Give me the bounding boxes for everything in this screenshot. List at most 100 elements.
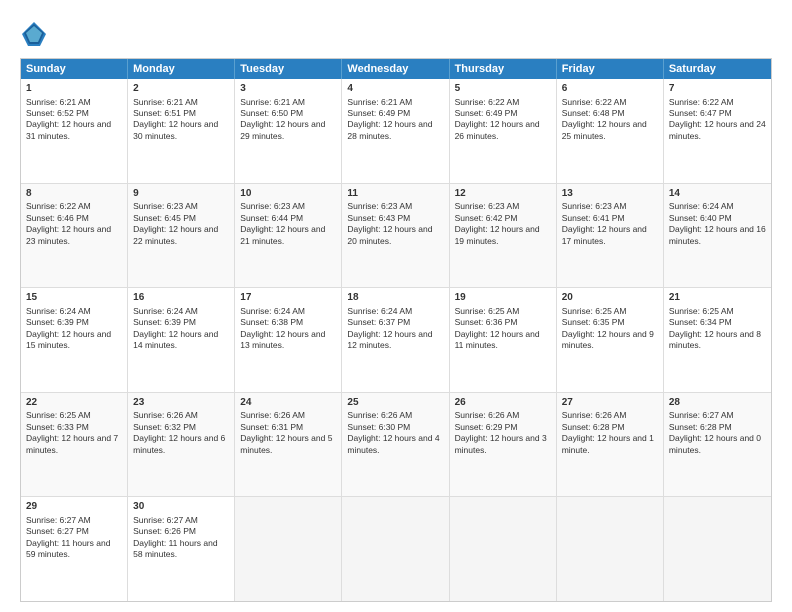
cal-cell-2-3: 10Sunrise: 6:23 AM Sunset: 6:44 PM Dayli… — [235, 184, 342, 288]
day-info: Sunrise: 6:26 AM Sunset: 6:28 PM Dayligh… — [562, 410, 654, 454]
cal-cell-5-7 — [664, 497, 771, 601]
day-number: 1 — [26, 82, 122, 96]
calendar-body: 1Sunrise: 6:21 AM Sunset: 6:52 PM Daylig… — [21, 79, 771, 601]
cal-cell-4-2: 23Sunrise: 6:26 AM Sunset: 6:32 PM Dayli… — [128, 393, 235, 497]
day-header-wednesday: Wednesday — [342, 59, 449, 79]
day-header-thursday: Thursday — [450, 59, 557, 79]
cal-cell-5-1: 29Sunrise: 6:27 AM Sunset: 6:27 PM Dayli… — [21, 497, 128, 601]
calendar: SundayMondayTuesdayWednesdayThursdayFrid… — [20, 58, 772, 602]
cal-cell-3-1: 15Sunrise: 6:24 AM Sunset: 6:39 PM Dayli… — [21, 288, 128, 392]
calendar-row-3: 15Sunrise: 6:24 AM Sunset: 6:39 PM Dayli… — [21, 288, 771, 393]
day-info: Sunrise: 6:23 AM Sunset: 6:43 PM Dayligh… — [347, 201, 432, 245]
day-number: 13 — [562, 187, 658, 201]
day-info: Sunrise: 6:26 AM Sunset: 6:31 PM Dayligh… — [240, 410, 332, 454]
day-number: 29 — [26, 500, 122, 514]
day-info: Sunrise: 6:27 AM Sunset: 6:26 PM Dayligh… — [133, 515, 217, 559]
day-header-sunday: Sunday — [21, 59, 128, 79]
cal-cell-4-3: 24Sunrise: 6:26 AM Sunset: 6:31 PM Dayli… — [235, 393, 342, 497]
day-number: 2 — [133, 82, 229, 96]
day-info: Sunrise: 6:25 AM Sunset: 6:35 PM Dayligh… — [562, 306, 654, 350]
day-info: Sunrise: 6:26 AM Sunset: 6:32 PM Dayligh… — [133, 410, 225, 454]
day-number: 24 — [240, 396, 336, 410]
day-number: 5 — [455, 82, 551, 96]
day-info: Sunrise: 6:22 AM Sunset: 6:47 PM Dayligh… — [669, 97, 766, 141]
day-info: Sunrise: 6:25 AM Sunset: 6:33 PM Dayligh… — [26, 410, 118, 454]
day-number: 3 — [240, 82, 336, 96]
day-info: Sunrise: 6:24 AM Sunset: 6:39 PM Dayligh… — [133, 306, 218, 350]
cal-cell-5-5 — [450, 497, 557, 601]
cal-cell-5-6 — [557, 497, 664, 601]
calendar-row-5: 29Sunrise: 6:27 AM Sunset: 6:27 PM Dayli… — [21, 497, 771, 601]
logo — [20, 20, 52, 48]
day-number: 4 — [347, 82, 443, 96]
cal-cell-2-6: 13Sunrise: 6:23 AM Sunset: 6:41 PM Dayli… — [557, 184, 664, 288]
day-info: Sunrise: 6:23 AM Sunset: 6:41 PM Dayligh… — [562, 201, 647, 245]
calendar-header: SundayMondayTuesdayWednesdayThursdayFrid… — [21, 59, 771, 79]
day-number: 9 — [133, 187, 229, 201]
day-info: Sunrise: 6:22 AM Sunset: 6:46 PM Dayligh… — [26, 201, 111, 245]
cal-cell-3-7: 21Sunrise: 6:25 AM Sunset: 6:34 PM Dayli… — [664, 288, 771, 392]
day-number: 16 — [133, 291, 229, 305]
day-info: Sunrise: 6:21 AM Sunset: 6:52 PM Dayligh… — [26, 97, 111, 141]
day-number: 28 — [669, 396, 766, 410]
day-info: Sunrise: 6:27 AM Sunset: 6:27 PM Dayligh… — [26, 515, 110, 559]
day-header-saturday: Saturday — [664, 59, 771, 79]
day-info: Sunrise: 6:21 AM Sunset: 6:50 PM Dayligh… — [240, 97, 325, 141]
day-info: Sunrise: 6:22 AM Sunset: 6:49 PM Dayligh… — [455, 97, 540, 141]
day-header-monday: Monday — [128, 59, 235, 79]
cal-cell-4-1: 22Sunrise: 6:25 AM Sunset: 6:33 PM Dayli… — [21, 393, 128, 497]
day-number: 27 — [562, 396, 658, 410]
cal-cell-1-5: 5Sunrise: 6:22 AM Sunset: 6:49 PM Daylig… — [450, 79, 557, 183]
cal-cell-1-6: 6Sunrise: 6:22 AM Sunset: 6:48 PM Daylig… — [557, 79, 664, 183]
logo-icon — [20, 20, 48, 48]
day-number: 14 — [669, 187, 766, 201]
cal-cell-5-2: 30Sunrise: 6:27 AM Sunset: 6:26 PM Dayli… — [128, 497, 235, 601]
day-info: Sunrise: 6:21 AM Sunset: 6:49 PM Dayligh… — [347, 97, 432, 141]
calendar-row-1: 1Sunrise: 6:21 AM Sunset: 6:52 PM Daylig… — [21, 79, 771, 184]
day-number: 19 — [455, 291, 551, 305]
calendar-row-2: 8Sunrise: 6:22 AM Sunset: 6:46 PM Daylig… — [21, 184, 771, 289]
cal-cell-3-4: 18Sunrise: 6:24 AM Sunset: 6:37 PM Dayli… — [342, 288, 449, 392]
day-info: Sunrise: 6:24 AM Sunset: 6:37 PM Dayligh… — [347, 306, 432, 350]
day-number: 11 — [347, 187, 443, 201]
cal-cell-4-5: 26Sunrise: 6:26 AM Sunset: 6:29 PM Dayli… — [450, 393, 557, 497]
cal-cell-1-2: 2Sunrise: 6:21 AM Sunset: 6:51 PM Daylig… — [128, 79, 235, 183]
cal-cell-3-5: 19Sunrise: 6:25 AM Sunset: 6:36 PM Dayli… — [450, 288, 557, 392]
cal-cell-1-1: 1Sunrise: 6:21 AM Sunset: 6:52 PM Daylig… — [21, 79, 128, 183]
cal-cell-2-2: 9Sunrise: 6:23 AM Sunset: 6:45 PM Daylig… — [128, 184, 235, 288]
day-info: Sunrise: 6:23 AM Sunset: 6:42 PM Dayligh… — [455, 201, 540, 245]
cal-cell-2-1: 8Sunrise: 6:22 AM Sunset: 6:46 PM Daylig… — [21, 184, 128, 288]
day-number: 8 — [26, 187, 122, 201]
cal-cell-2-5: 12Sunrise: 6:23 AM Sunset: 6:42 PM Dayli… — [450, 184, 557, 288]
day-info: Sunrise: 6:22 AM Sunset: 6:48 PM Dayligh… — [562, 97, 647, 141]
day-number: 22 — [26, 396, 122, 410]
day-number: 21 — [669, 291, 766, 305]
cal-cell-3-6: 20Sunrise: 6:25 AM Sunset: 6:35 PM Dayli… — [557, 288, 664, 392]
day-number: 23 — [133, 396, 229, 410]
day-info: Sunrise: 6:27 AM Sunset: 6:28 PM Dayligh… — [669, 410, 761, 454]
cal-cell-4-4: 25Sunrise: 6:26 AM Sunset: 6:30 PM Dayli… — [342, 393, 449, 497]
day-number: 26 — [455, 396, 551, 410]
day-info: Sunrise: 6:24 AM Sunset: 6:39 PM Dayligh… — [26, 306, 111, 350]
day-info: Sunrise: 6:26 AM Sunset: 6:30 PM Dayligh… — [347, 410, 439, 454]
day-number: 17 — [240, 291, 336, 305]
cal-cell-4-6: 27Sunrise: 6:26 AM Sunset: 6:28 PM Dayli… — [557, 393, 664, 497]
day-header-friday: Friday — [557, 59, 664, 79]
day-number: 12 — [455, 187, 551, 201]
cal-cell-3-2: 16Sunrise: 6:24 AM Sunset: 6:39 PM Dayli… — [128, 288, 235, 392]
cal-cell-3-3: 17Sunrise: 6:24 AM Sunset: 6:38 PM Dayli… — [235, 288, 342, 392]
day-info: Sunrise: 6:26 AM Sunset: 6:29 PM Dayligh… — [455, 410, 547, 454]
day-number: 20 — [562, 291, 658, 305]
day-header-tuesday: Tuesday — [235, 59, 342, 79]
header — [20, 20, 772, 48]
day-number: 15 — [26, 291, 122, 305]
day-number: 18 — [347, 291, 443, 305]
day-number: 10 — [240, 187, 336, 201]
page: SundayMondayTuesdayWednesdayThursdayFrid… — [0, 0, 792, 612]
cal-cell-2-4: 11Sunrise: 6:23 AM Sunset: 6:43 PM Dayli… — [342, 184, 449, 288]
cal-cell-1-3: 3Sunrise: 6:21 AM Sunset: 6:50 PM Daylig… — [235, 79, 342, 183]
day-number: 6 — [562, 82, 658, 96]
cal-cell-1-4: 4Sunrise: 6:21 AM Sunset: 6:49 PM Daylig… — [342, 79, 449, 183]
day-info: Sunrise: 6:24 AM Sunset: 6:38 PM Dayligh… — [240, 306, 325, 350]
day-number: 25 — [347, 396, 443, 410]
